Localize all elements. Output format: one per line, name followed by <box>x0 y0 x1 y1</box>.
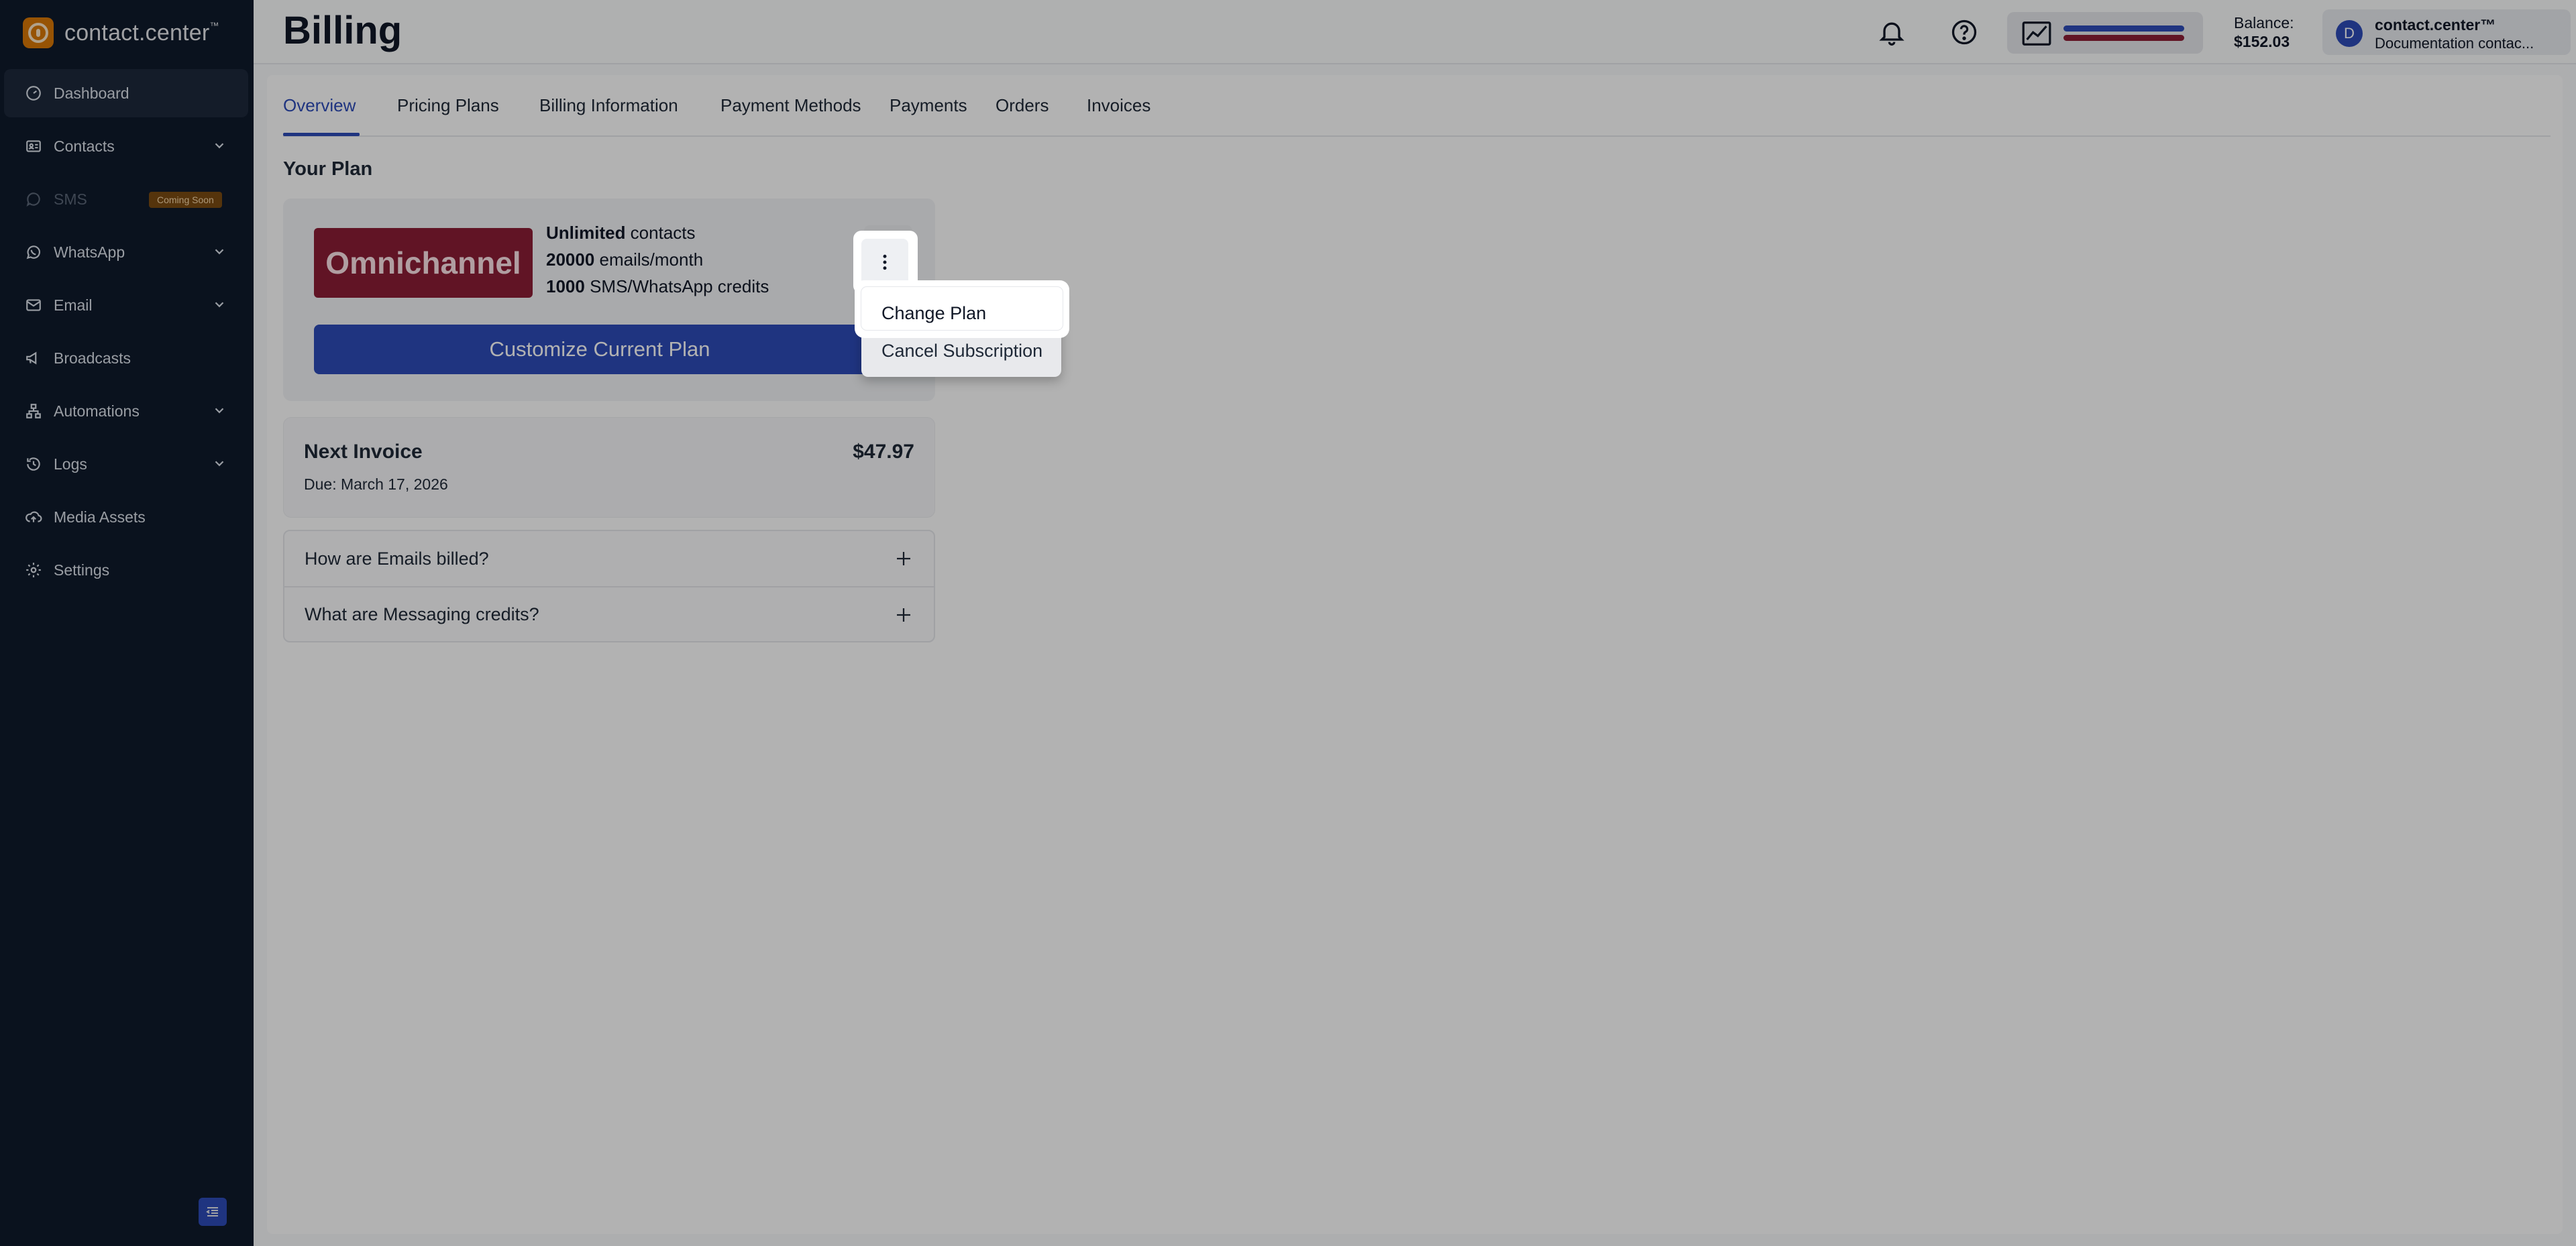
menu-item-change-plan[interactable]: Change Plan <box>881 303 986 324</box>
menu-item-change-plan-highlight[interactable]: Change Plan <box>855 280 1069 338</box>
modal-overlay[interactable] <box>0 0 2576 1246</box>
more-vertical-icon <box>883 254 887 270</box>
plan-options-button-active[interactable] <box>861 239 908 286</box>
menu-item-cancel-subscription[interactable]: Cancel Subscription <box>881 341 1042 361</box>
